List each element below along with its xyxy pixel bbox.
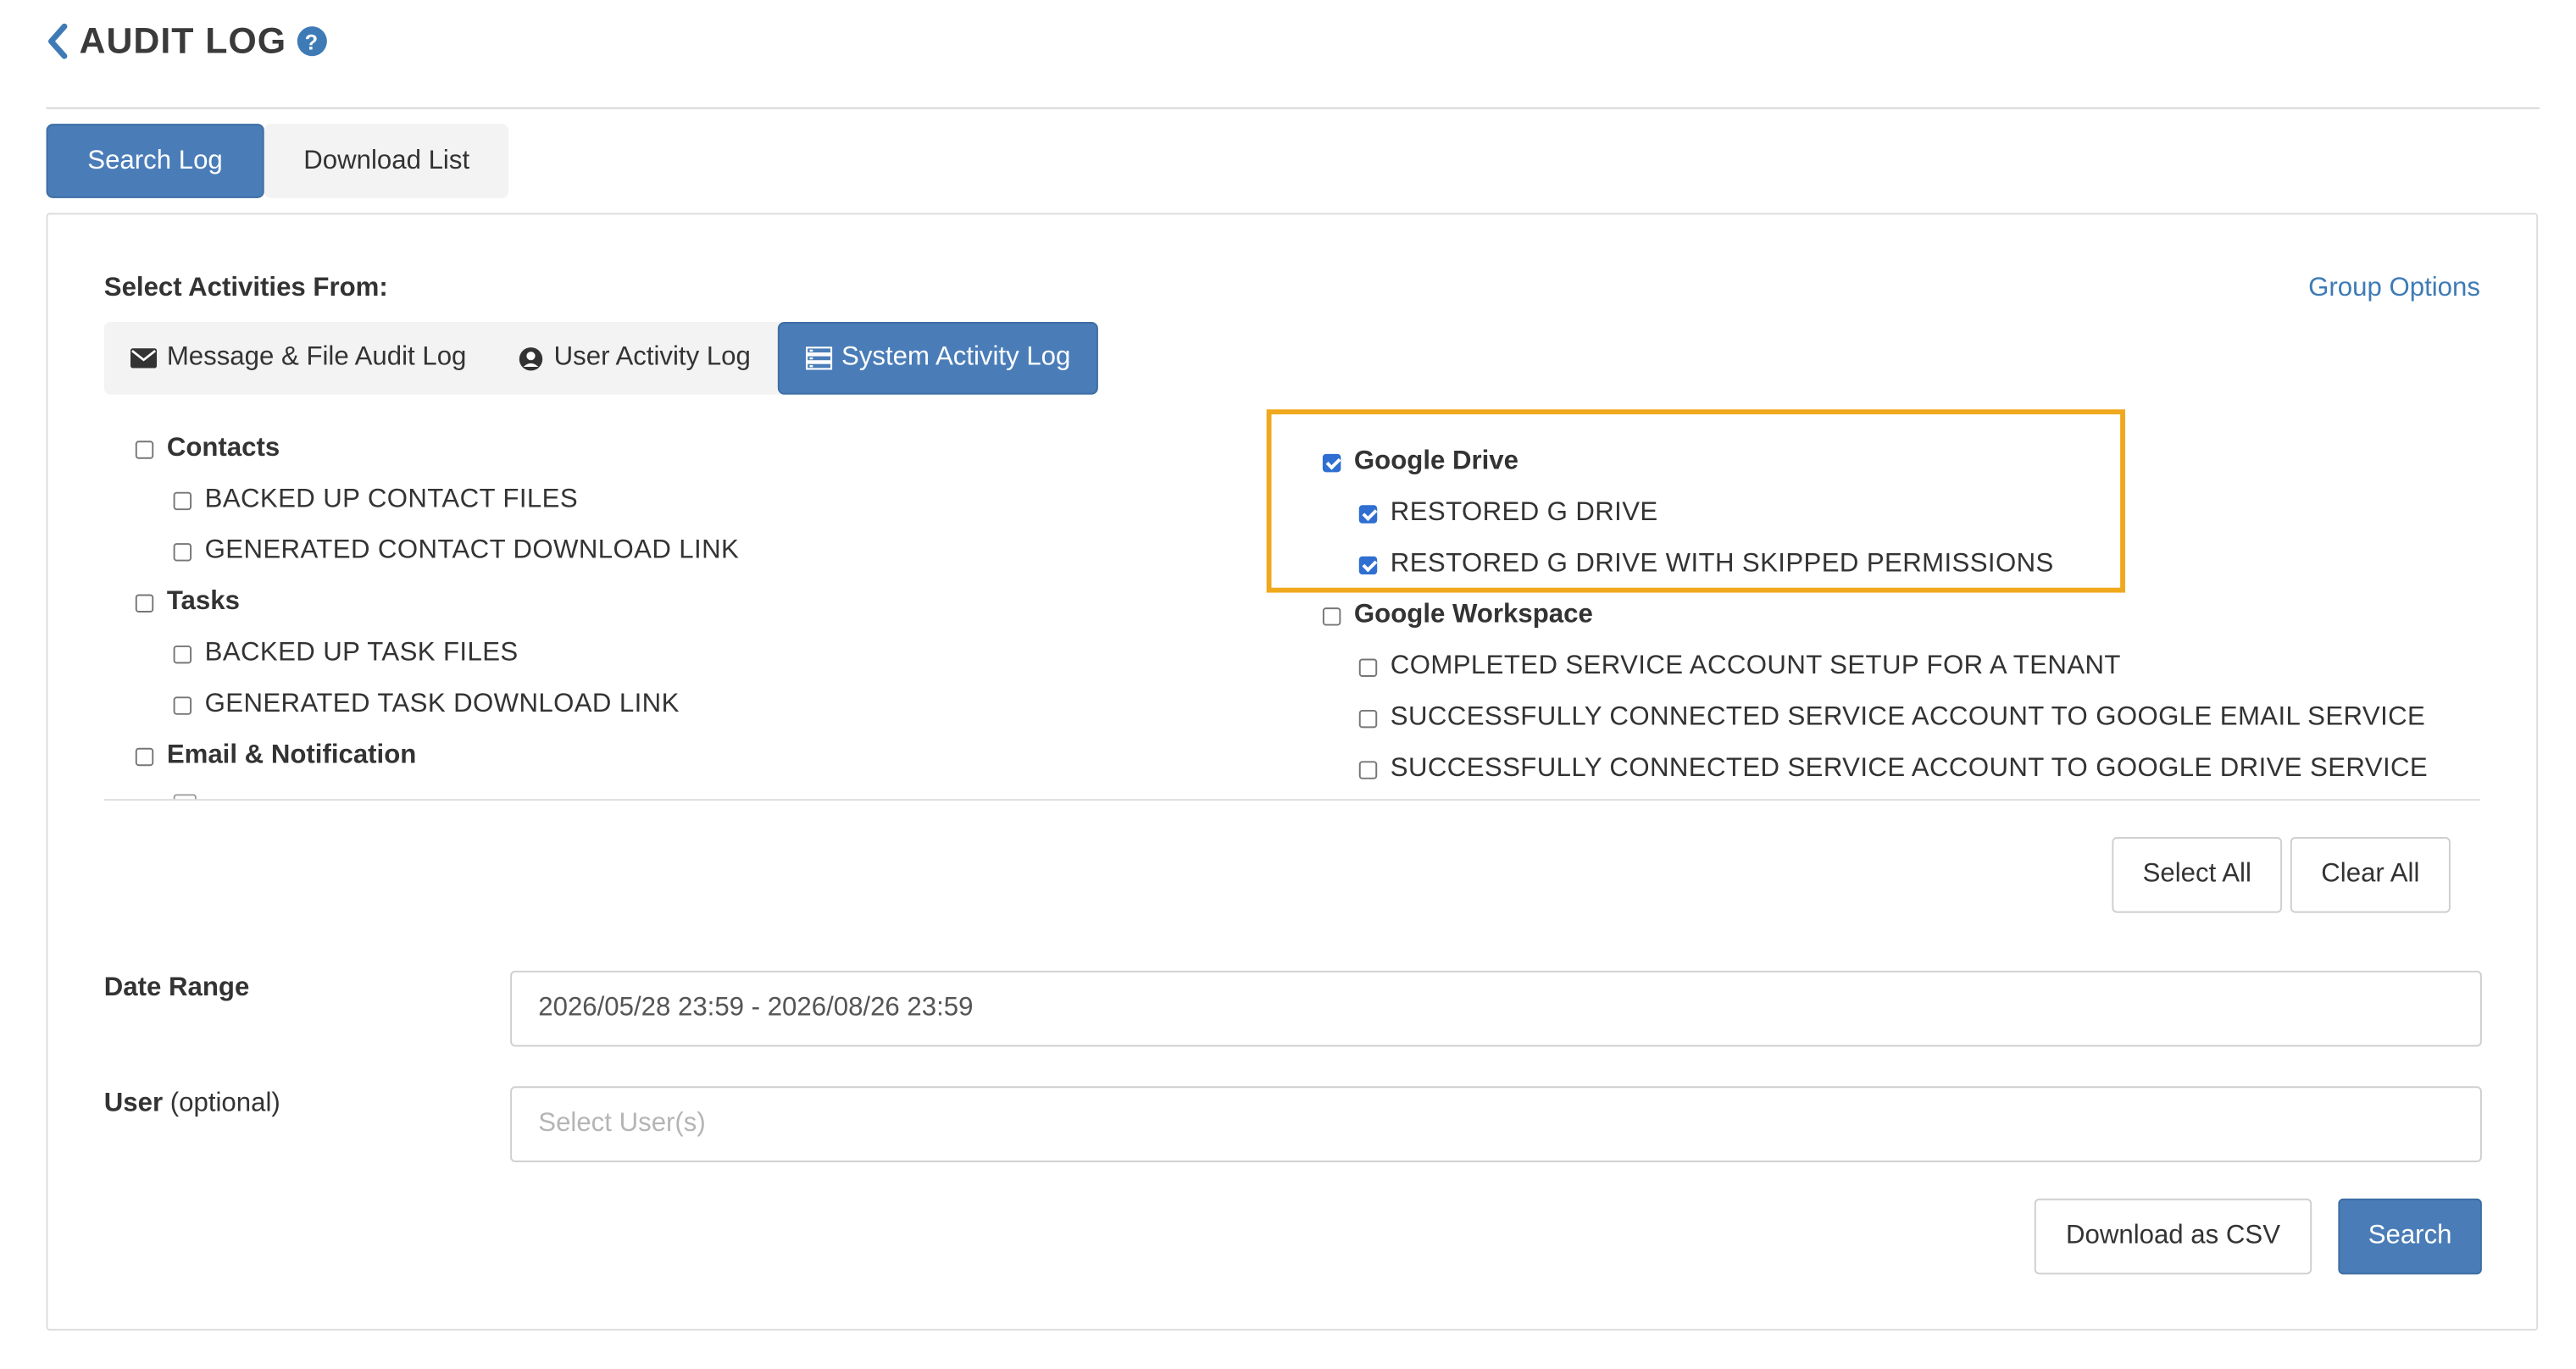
item-backed-up-task-files[interactable]: BACKED UP TASK FILES <box>173 639 519 668</box>
contacts-checkbox[interactable] <box>135 440 154 458</box>
envelope-icon <box>130 348 158 369</box>
select-all-button[interactable]: Select All <box>2112 836 2283 913</box>
chevron-left-icon[interactable] <box>47 21 69 61</box>
date-range-input[interactable]: 2026/05/28 23:59 - 2026/08/26 23:59 <box>510 970 2482 1047</box>
list-divider <box>103 799 2480 801</box>
item-generated-task-download-link[interactable]: GENERATED TASK DOWNLOAD LINK <box>173 690 680 720</box>
group-email-notification[interactable]: Email & Notification <box>135 741 416 771</box>
tab-label: User Activity Log <box>553 343 751 372</box>
group-tasks[interactable]: Tasks <box>135 588 240 618</box>
group-google-workspace[interactable]: Google Workspace <box>1322 601 1593 630</box>
tab-label: Message & File Audit Log <box>166 343 467 372</box>
download-csv-button[interactable]: Download as CSV <box>2034 1198 2312 1275</box>
tab-search-log[interactable]: Search Log <box>46 124 264 198</box>
clear-all-button[interactable]: Clear All <box>2290 836 2451 913</box>
group-contacts[interactable]: Contacts <box>135 435 280 464</box>
tab-system-activity-log[interactable]: System Activity Log <box>777 321 1099 395</box>
item-connected-google-drive-service[interactable]: SUCCESSFULLY CONNECTED SERVICE ACCOUNT T… <box>1358 755 2428 784</box>
tab-user-activity-log[interactable]: User Activity Log <box>493 322 777 395</box>
tasks-checkbox[interactable] <box>135 593 154 612</box>
item-checkbox[interactable] <box>1358 708 1378 728</box>
item-checkbox[interactable] <box>173 644 192 663</box>
highlight-box <box>1266 409 2125 593</box>
user-select-input[interactable]: Select User(s) <box>510 1086 2482 1162</box>
google-workspace-checkbox[interactable] <box>1322 607 1341 625</box>
server-icon <box>805 346 832 370</box>
user-circle-icon <box>519 346 544 370</box>
group-options-link[interactable]: Group Options <box>2308 274 2480 303</box>
item-checkbox[interactable] <box>173 542 192 561</box>
user-label: User (optional) <box>103 1089 280 1118</box>
tab-message-file-audit-log[interactable]: Message & File Audit Log <box>104 322 493 395</box>
item-connected-google-email-service[interactable]: SUCCESSFULLY CONNECTED SERVICE ACCOUNT T… <box>1358 703 2425 733</box>
item-checkbox[interactable] <box>1358 760 1378 779</box>
search-button[interactable]: Search <box>2338 1198 2482 1275</box>
item-generated-contact-download-link[interactable]: GENERATED CONTACT DOWNLOAD LINK <box>173 536 740 566</box>
audit-log-page: AUDIT LOG ? Search Log Download List Sel… <box>0 0 2576 1368</box>
item-backed-up-contact-files[interactable]: BACKED UP CONTACT FILES <box>173 485 578 515</box>
date-range-label: Date Range <box>103 973 250 1002</box>
tab-label: System Activity Log <box>841 343 1071 372</box>
item-checkbox[interactable] <box>1358 657 1378 676</box>
select-activities-label: Select Activities From: <box>103 274 388 302</box>
page-header: AUDIT LOG ? <box>47 19 326 63</box>
page-title: AUDIT LOG <box>79 19 287 62</box>
help-icon[interactable]: ? <box>296 26 326 57</box>
item-checkbox[interactable] <box>173 696 192 714</box>
item-completed-service-account-setup[interactable]: COMPLETED SERVICE ACCOUNT SETUP FOR A TE… <box>1358 652 2121 682</box>
activity-source-tabs: Message & File Audit Log User Activity L… <box>103 321 1099 395</box>
top-tabs: Search Log Download List <box>46 124 509 198</box>
item-checkbox[interactable] <box>173 491 192 510</box>
header-divider <box>46 107 2540 109</box>
tab-download-list[interactable]: Download List <box>264 124 509 198</box>
email-notification-checkbox[interactable] <box>135 746 154 766</box>
